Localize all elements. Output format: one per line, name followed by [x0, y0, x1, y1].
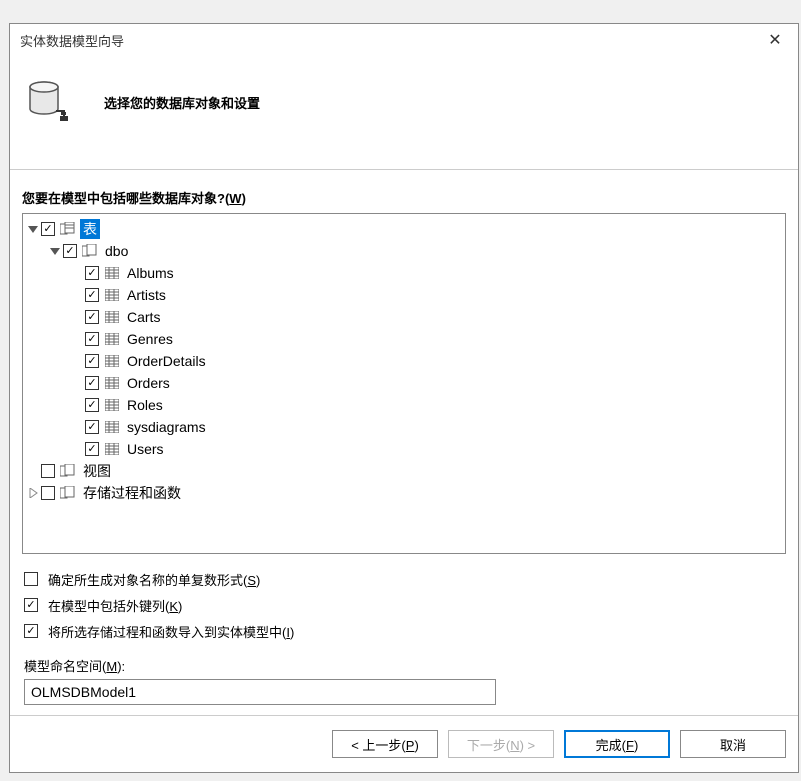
- table-icon: [103, 265, 121, 281]
- titlebar: 实体数据模型向导 ✕: [10, 24, 798, 56]
- checkbox[interactable]: [85, 442, 99, 456]
- option-pluralize[interactable]: 确定所生成对象名称的单复数形式(S): [24, 566, 784, 592]
- wizard-dialog: 实体数据模型向导 ✕ 选择您的数据库对象和设置 您要在模型中包括哪些数据库对象?…: [9, 23, 799, 773]
- option-label: 确定所生成对象名称的单复数形式(S): [48, 570, 260, 589]
- option-label: 将所选存储过程和函数导入到实体模型中(I): [48, 622, 294, 641]
- checkbox[interactable]: [85, 310, 99, 324]
- checkbox[interactable]: [24, 624, 38, 638]
- node-label[interactable]: 存储过程和函数: [80, 483, 184, 503]
- expander-icon[interactable]: [25, 221, 41, 237]
- node-label[interactable]: sysdiagrams: [124, 419, 209, 435]
- prompt-label: 您要在模型中包括哪些数据库对象?(W): [22, 188, 786, 207]
- close-button[interactable]: ✕: [752, 24, 798, 56]
- prev-button[interactable]: < 上一步(P): [332, 730, 438, 758]
- node-label[interactable]: 视图: [80, 461, 114, 481]
- checkbox[interactable]: [85, 288, 99, 302]
- option-label: 在模型中包括外键列(K): [48, 596, 182, 615]
- namespace-input[interactable]: [24, 679, 496, 705]
- tree-view[interactable]: 表 dbo Albums Artists Carts Genres OrderDetai…: [22, 213, 786, 554]
- table-icon: [103, 287, 121, 303]
- node-label[interactable]: 表: [80, 219, 100, 239]
- tree-node-table[interactable]: Albums: [25, 262, 783, 284]
- checkbox[interactable]: [41, 486, 55, 500]
- table-icon: [103, 353, 121, 369]
- tree-node-dbo[interactable]: dbo: [25, 240, 783, 262]
- option-import-sp[interactable]: 将所选存储过程和函数导入到实体模型中(I): [24, 618, 784, 644]
- node-label[interactable]: Albums: [124, 265, 177, 281]
- checkbox[interactable]: [41, 464, 55, 478]
- footer: < 上一步(P) 下一步(N) > 完成(F) 取消: [10, 715, 798, 772]
- tree-node-table[interactable]: Roles: [25, 394, 783, 416]
- table-icon: [103, 375, 121, 391]
- next-button: 下一步(N) >: [448, 730, 554, 758]
- tree-node-table[interactable]: Carts: [25, 306, 783, 328]
- schema-icon: [81, 243, 99, 259]
- database-icon: [26, 79, 74, 127]
- table-icon: [103, 397, 121, 413]
- table-icon: [103, 419, 121, 435]
- tree-node-table[interactable]: Artists: [25, 284, 783, 306]
- checkbox[interactable]: [85, 398, 99, 412]
- dialog-title: 实体数据模型向导: [20, 31, 124, 50]
- header-title: 选择您的数据库对象和设置: [104, 93, 260, 112]
- node-label[interactable]: Carts: [124, 309, 163, 325]
- expander-icon[interactable]: [25, 485, 41, 501]
- options-area: 确定所生成对象名称的单复数形式(S) 在模型中包括外键列(K) 将所选存储过程和…: [22, 554, 786, 705]
- node-label[interactable]: Genres: [124, 331, 176, 347]
- checkbox[interactable]: [85, 354, 99, 368]
- checkbox[interactable]: [85, 420, 99, 434]
- checkbox[interactable]: [85, 332, 99, 346]
- node-label[interactable]: Orders: [124, 375, 173, 391]
- header-area: 选择您的数据库对象和设置: [10, 56, 798, 170]
- table-icon: [103, 309, 121, 325]
- table-icon: [103, 331, 121, 347]
- node-label[interactable]: Roles: [124, 397, 166, 413]
- tree-node-table[interactable]: Users: [25, 438, 783, 460]
- node-label[interactable]: Artists: [124, 287, 169, 303]
- tree-node-table[interactable]: Genres: [25, 328, 783, 350]
- checkbox[interactable]: [85, 266, 99, 280]
- tables-icon: [59, 221, 77, 237]
- checkbox[interactable]: [41, 222, 55, 236]
- node-label[interactable]: OrderDetails: [124, 353, 209, 369]
- cancel-button[interactable]: 取消: [680, 730, 786, 758]
- views-icon: [59, 463, 77, 479]
- tree-node-table[interactable]: OrderDetails: [25, 350, 783, 372]
- tree-node-table[interactable]: Orders: [25, 372, 783, 394]
- finish-button[interactable]: 完成(F): [564, 730, 670, 758]
- namespace-label: 模型命名空间(M):: [24, 656, 784, 675]
- expander-icon[interactable]: [47, 243, 63, 259]
- table-icon: [103, 441, 121, 457]
- checkbox[interactable]: [63, 244, 77, 258]
- tree-node-sprocs[interactable]: 存储过程和函数: [25, 482, 783, 504]
- checkbox[interactable]: [24, 598, 38, 612]
- sprocs-icon: [59, 485, 77, 501]
- node-label[interactable]: Users: [124, 441, 167, 457]
- tree-node-views[interactable]: 视图: [25, 460, 783, 482]
- checkbox[interactable]: [24, 572, 38, 586]
- checkbox[interactable]: [85, 376, 99, 390]
- tree-node-table[interactable]: sysdiagrams: [25, 416, 783, 438]
- option-fkeys[interactable]: 在模型中包括外键列(K): [24, 592, 784, 618]
- tree-node-tables[interactable]: 表: [25, 218, 783, 240]
- node-label[interactable]: dbo: [102, 243, 131, 259]
